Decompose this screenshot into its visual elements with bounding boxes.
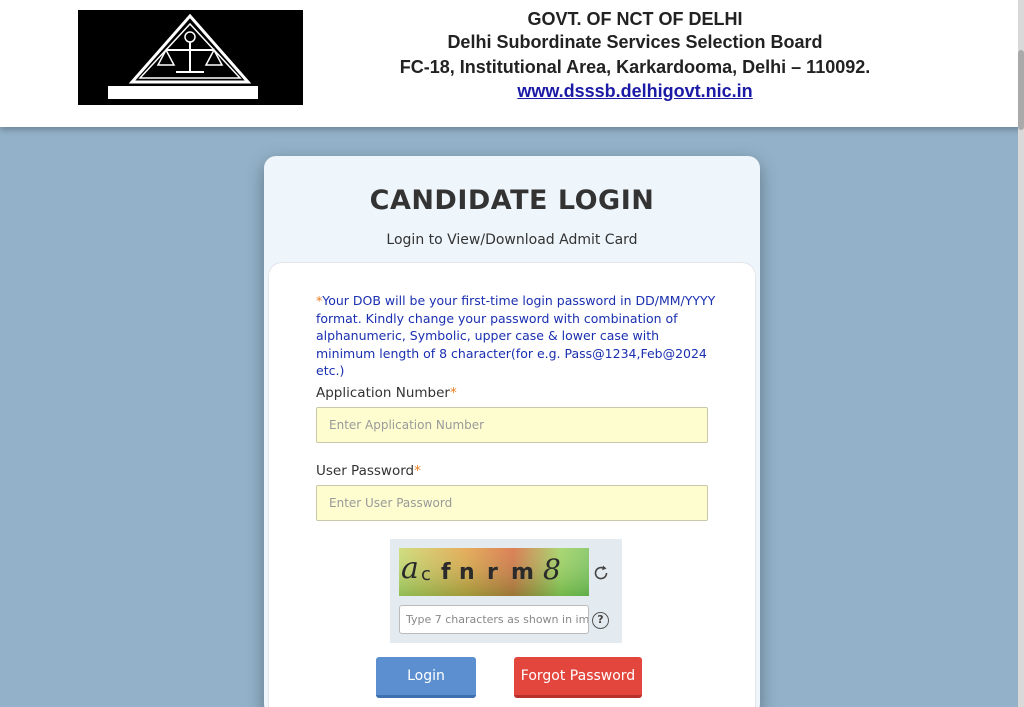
application-number-label: Application Number*: [316, 385, 457, 401]
forgot-password-button[interactable]: Forgot Password: [514, 657, 642, 698]
captcha-help-icon[interactable]: ?: [592, 612, 609, 629]
note-text: Your DOB will be your first-time login p…: [316, 293, 716, 378]
website-link[interactable]: www.dsssb.delhigovt.nic.in: [370, 80, 900, 102]
svg-text:n: n: [459, 560, 475, 585]
page-scrollbar[interactable]: [1018, 0, 1024, 707]
dsssb-logo: [78, 10, 303, 105]
required-mark: *: [414, 463, 421, 479]
required-mark: *: [449, 385, 457, 401]
password-note: *Your DOB will be your first-time login …: [316, 292, 716, 380]
login-button[interactable]: Login: [376, 657, 476, 698]
application-number-label-text: Application Number: [316, 385, 450, 401]
svg-text:m: m: [511, 560, 534, 585]
login-title: CANDIDATE LOGIN: [369, 185, 655, 216]
svg-text:r: r: [487, 560, 498, 585]
site-header: GOVT. OF NCT OF DELHI Delhi Subordinate …: [0, 0, 1024, 127]
user-password-label: User Password*: [316, 463, 421, 479]
svg-text:8: 8: [543, 553, 561, 586]
scrollbar-thumb[interactable]: [1018, 50, 1024, 130]
svg-text:f: f: [441, 560, 451, 585]
login-subtitle: Login to View/Download Admit Card: [386, 232, 638, 248]
board-address: FC-18, Institutional Area, Karkardooma, …: [399, 57, 871, 77]
svg-text:a: a: [401, 551, 419, 586]
board-name: Delhi Subordinate Services Selection Boa…: [447, 32, 823, 52]
svg-text:c: c: [421, 564, 431, 585]
application-number-input[interactable]: [316, 407, 708, 443]
refresh-captcha-icon[interactable]: [591, 563, 611, 583]
captcha-input[interactable]: [399, 605, 589, 634]
user-password-input[interactable]: [316, 485, 708, 521]
user-password-label-text: User Password: [316, 463, 415, 479]
govt-title: GOVT. OF NCT OF DELHI: [527, 9, 743, 29]
captcha-image: a c f n r m 8: [399, 548, 589, 596]
header-text-block: GOVT. OF NCT OF DELHI Delhi Subordinate …: [370, 8, 900, 102]
